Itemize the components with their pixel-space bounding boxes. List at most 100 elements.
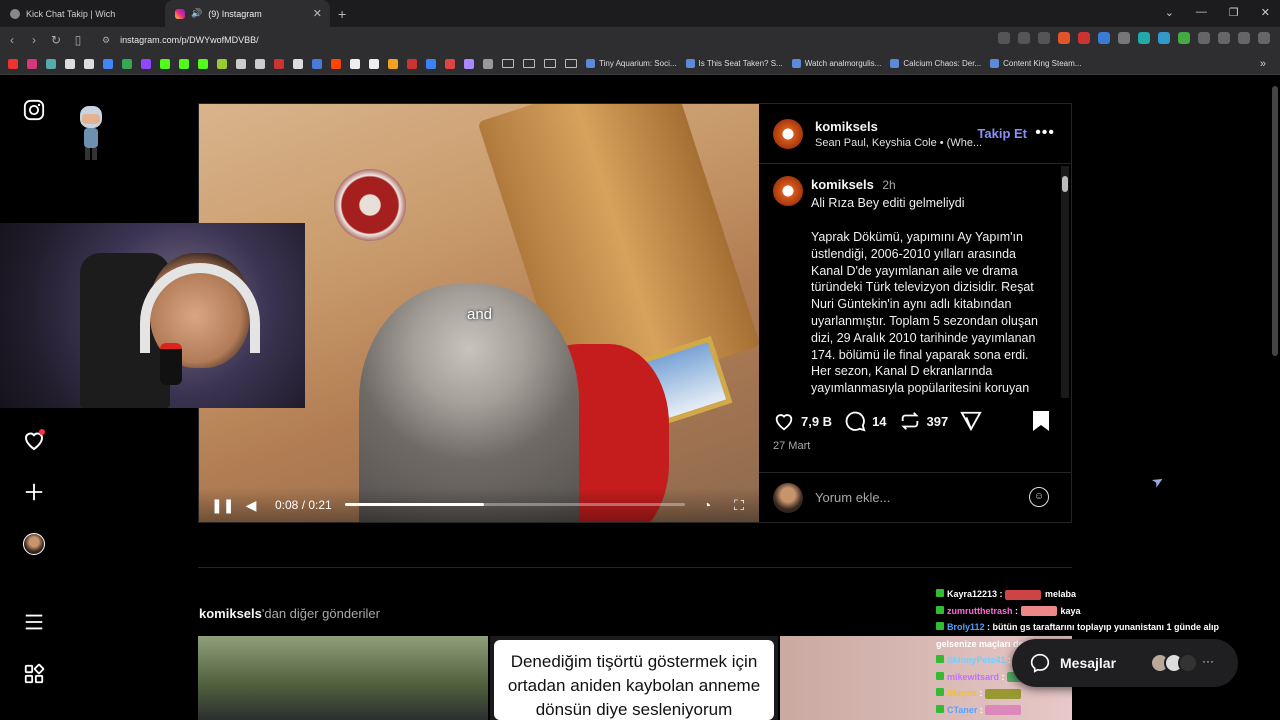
share-icon[interactable]: [1038, 32, 1050, 44]
chat-username[interactable]: SkinnyPete41: [947, 655, 1006, 665]
bookmark-icon[interactable]: [445, 58, 455, 69]
share-action[interactable]: [960, 410, 982, 432]
more-posts-username[interactable]: komiksels: [199, 606, 262, 621]
chat-username[interactable]: CTaner: [947, 705, 977, 715]
x-icon[interactable]: [293, 58, 303, 69]
caption-scrollbar-thumb[interactable]: [1062, 176, 1068, 192]
bookmark-icon[interactable]: [388, 58, 398, 69]
extension-icon[interactable]: [1158, 32, 1170, 44]
comment-action[interactable]: 14: [844, 410, 887, 432]
like-action[interactable]: 7,9 B: [773, 410, 832, 432]
back-icon[interactable]: ‹: [2, 33, 22, 47]
caption-author-avatar[interactable]: [773, 176, 803, 206]
hamburger-menu-icon[interactable]: [22, 610, 46, 634]
restore-button[interactable]: ❐: [1229, 6, 1239, 19]
messages-bar[interactable]: Mesajlar ···: [1012, 639, 1238, 687]
bookmark-icon[interactable]: [8, 58, 18, 69]
playback-speed-icon[interactable]: ◔: [699, 497, 715, 513]
follow-button[interactable]: Takip Et: [977, 126, 1027, 141]
extension-icon[interactable]: [1178, 32, 1190, 44]
page-scrollbar[interactable]: [1272, 86, 1278, 356]
chat-username[interactable]: Sfaqnx: [947, 688, 977, 698]
bookmark-icon[interactable]: [312, 58, 322, 69]
twitch-icon[interactable]: [141, 58, 151, 69]
browser-tab-active[interactable]: 🔊 (9) Instagram ✕: [165, 0, 330, 27]
url-field[interactable]: ⚙ instagram.com/p/DWYwofMDVBB/: [102, 35, 259, 46]
cast-icon[interactable]: [998, 32, 1010, 44]
bookmark-icon[interactable]: [426, 58, 436, 69]
audio-attribution[interactable]: Sean Paul, Keyshia Cole • (Whe...: [815, 137, 982, 149]
chat-username[interactable]: Broly112: [947, 622, 985, 632]
more-options-icon[interactable]: •••: [1035, 124, 1055, 142]
bookmark-icon[interactable]: [350, 58, 360, 69]
menu-icon[interactable]: [1258, 32, 1270, 44]
bookmark-icon[interactable]: [274, 58, 284, 69]
post-thumbnail[interactable]: [198, 636, 488, 720]
volume-icon[interactable]: ◀: [243, 497, 259, 514]
folder-icon[interactable]: [502, 59, 514, 68]
pause-icon[interactable]: ❚❚: [211, 497, 234, 514]
instagram-logo-icon[interactable]: [22, 98, 46, 122]
close-window-button[interactable]: ✕: [1261, 6, 1270, 19]
repost-icon[interactable]: [899, 410, 921, 432]
bookmark-icon[interactable]: [103, 58, 113, 69]
comment-input[interactable]: Yorum ekle...: [815, 490, 890, 505]
folder-icon[interactable]: [565, 59, 577, 68]
bookmark-link[interactable]: Calcium Chaos: Der...: [890, 59, 981, 68]
extension-icon[interactable]: [1138, 32, 1150, 44]
sidebar-icon[interactable]: [1218, 32, 1230, 44]
bookmark-icon[interactable]: [369, 58, 379, 69]
bookmark-icon[interactable]: [65, 58, 75, 69]
bookmark-page-icon[interactable]: ▯: [68, 33, 88, 47]
close-tab-icon[interactable]: ✕: [313, 7, 322, 20]
new-tab-button[interactable]: +: [338, 6, 346, 22]
post-thumbnail[interactable]: Denediğim tişörtü göstermek için ortadan…: [490, 636, 778, 720]
site-info-icon[interactable]: ⚙: [102, 35, 110, 46]
comment-icon[interactable]: [844, 410, 866, 432]
chat-username[interactable]: zumrutthetrash: [947, 606, 1013, 616]
heart-notifications-icon[interactable]: [22, 428, 46, 452]
puzzle-icon[interactable]: [1198, 32, 1210, 44]
chat-username[interactable]: mikewitsard: [947, 672, 999, 682]
bookmark-link[interactable]: Is This Seat Taken? S...: [686, 59, 783, 68]
author-avatar[interactable]: [773, 118, 803, 149]
bookmark-icon[interactable]: [236, 58, 246, 69]
heart-icon[interactable]: [773, 410, 795, 432]
emoji-icon[interactable]: ☺: [1029, 487, 1049, 507]
bookmark-icon[interactable]: [464, 58, 474, 69]
bookmark-icon[interactable]: [407, 58, 417, 69]
chat-username[interactable]: Kayra12213: [947, 589, 997, 599]
minimize-button[interactable]: —: [1196, 6, 1207, 19]
bookmark-icon[interactable]: [483, 58, 493, 69]
bookmark-link[interactable]: Watch analmorgulis...: [792, 59, 882, 68]
caption-scrollbar[interactable]: [1061, 166, 1069, 398]
instagram-icon[interactable]: [27, 58, 37, 69]
fullscreen-icon[interactable]: ⛶: [731, 497, 747, 514]
bookmark-link[interactable]: Content King Steam...: [990, 59, 1081, 68]
video-progress-bar[interactable]: [345, 503, 685, 506]
reddit-icon[interactable]: [331, 58, 341, 69]
author-username[interactable]: komiksels: [815, 119, 982, 134]
profile-avatar[interactable]: [22, 532, 46, 556]
chevron-down-icon[interactable]: ⌄: [1165, 6, 1174, 19]
bookmark-icon[interactable]: [122, 58, 132, 69]
zoom-icon[interactable]: [1018, 32, 1030, 44]
media-icon[interactable]: [1238, 32, 1250, 44]
kick-icon[interactable]: [160, 58, 170, 69]
send-icon[interactable]: [960, 410, 982, 432]
bookmark-icon[interactable]: [255, 58, 265, 69]
bookmark-icon[interactable]: [46, 58, 56, 69]
reload-icon[interactable]: ↻: [46, 33, 66, 47]
folder-icon[interactable]: [523, 59, 535, 68]
kick-icon[interactable]: [179, 58, 189, 69]
bookmark-link[interactable]: Tiny Aquarium: Soci...: [586, 59, 677, 68]
forward-icon[interactable]: ›: [24, 33, 44, 47]
repost-action[interactable]: 397: [899, 410, 948, 432]
extension-icon[interactable]: [1098, 32, 1110, 44]
kick-icon[interactable]: [198, 58, 208, 69]
browser-tab[interactable]: Kick Chat Takip | Wich: [0, 0, 165, 27]
meta-apps-icon[interactable]: [22, 662, 46, 686]
brave-shield-icon[interactable]: [1058, 32, 1070, 44]
extension-icon[interactable]: [1078, 32, 1090, 44]
messages-more-icon[interactable]: ···: [1202, 655, 1222, 671]
